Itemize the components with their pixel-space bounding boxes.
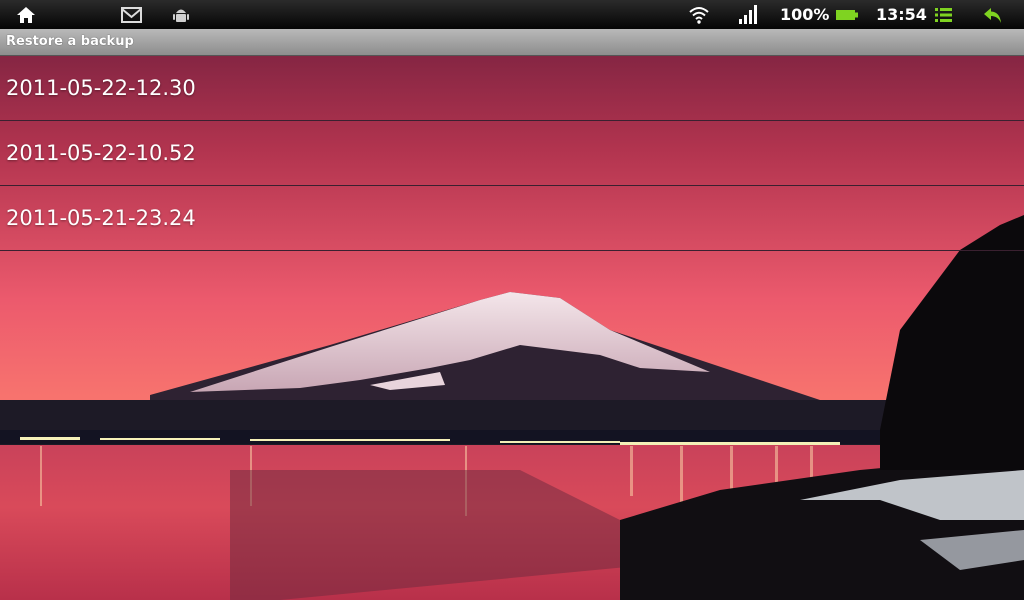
home-icon[interactable] (16, 4, 36, 25)
backup-list: 2011-05-22-12.30 2011-05-22-10.52 2011-0… (0, 56, 1024, 251)
backup-list-item[interactable]: 2011-05-22-12.30 (0, 56, 1024, 121)
wifi-icon (689, 4, 709, 25)
status-bar: 100% 13:54 (0, 0, 1024, 29)
clock: 13:54 (876, 5, 927, 24)
android-debug-icon (173, 4, 189, 25)
backup-name: 2011-05-21-23.24 (6, 206, 196, 230)
gmail-icon (121, 4, 142, 25)
menu-icon[interactable] (935, 4, 952, 25)
back-icon[interactable] (983, 4, 1003, 25)
backup-name: 2011-05-22-12.30 (6, 76, 196, 100)
page-title: Restore a backup (6, 34, 134, 49)
signal-icon (739, 4, 759, 25)
backup-name: 2011-05-22-10.52 (6, 141, 196, 165)
battery-percent: 100% (780, 5, 830, 24)
backup-list-item[interactable]: 2011-05-21-23.24 (0, 186, 1024, 251)
title-bar: Restore a backup (0, 29, 1024, 56)
backup-list-item[interactable]: 2011-05-22-10.52 (0, 121, 1024, 186)
battery-icon (836, 4, 858, 25)
